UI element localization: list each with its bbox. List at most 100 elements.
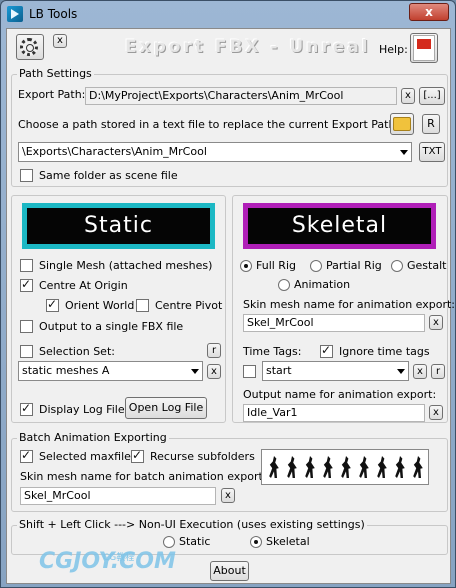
window-title: LB Tools (29, 7, 78, 21)
centre-pivot-label: Centre Pivot (155, 299, 223, 312)
full-rig-radio[interactable] (240, 260, 252, 272)
skin-mesh-label: Skin mesh name for animation export: (243, 298, 456, 311)
same-folder-checkbox[interactable] (20, 169, 33, 182)
choose-path-text: Choose a path stored in a text file to r… (18, 118, 406, 131)
help-pdf-button[interactable] (410, 33, 438, 63)
static-panel: Static Single Mesh (attached meshes) Cen… (11, 195, 226, 423)
single-fbx-label: Output to a single FBX file (39, 320, 184, 333)
centre-origin-checkbox[interactable] (20, 277, 33, 292)
animation-label: Animation (294, 278, 351, 291)
watermark-small-text: CG教程 (103, 553, 135, 563)
partial-rig-radio[interactable] (310, 260, 322, 272)
folder-icon (393, 117, 411, 131)
stored-path-value: \Exports\Characters\Anim_MrCool (22, 145, 207, 158)
partial-rig-label: Partial Rig (326, 259, 382, 272)
gear-icon (20, 38, 38, 56)
running-figure-icon (305, 456, 315, 478)
running-figure-icon (395, 456, 405, 478)
running-figure-icon (269, 456, 279, 478)
settings-button[interactable] (16, 34, 44, 60)
batch-export-title: Batch Animation Exporting (17, 431, 169, 444)
running-figure-icon (413, 456, 423, 478)
orient-world-label: Orient World (65, 299, 135, 312)
clear-export-path-button[interactable]: x (401, 88, 415, 104)
gestalt-label: Gestalt (407, 259, 447, 272)
selected-maxfiles-label: Selected maxfiles (39, 450, 137, 463)
window-close-button[interactable]: x (409, 3, 449, 21)
single-mesh-label: Single Mesh (attached meshes) (39, 259, 213, 272)
chevron-down-icon (397, 369, 405, 374)
batch-skin-mesh-label: Skin mesh name for batch animation expor… (20, 470, 267, 483)
batch-export-group: Batch Animation Exporting Selected maxfi… (11, 431, 448, 512)
selection-set-checkbox[interactable] (20, 345, 33, 358)
output-name-label: Output name for animation export: (243, 388, 437, 401)
selection-set-refresh-button[interactable]: r (207, 343, 221, 358)
batch-skin-mesh-field[interactable]: Skel_MrCool (20, 487, 216, 505)
time-tag-dropdown[interactable]: start (262, 361, 409, 381)
browse-button[interactable]: [...] (419, 87, 445, 105)
same-folder-label: Same folder as scene file (39, 169, 178, 182)
running-figure-icon (323, 456, 333, 478)
time-tag-checkbox[interactable] (243, 365, 256, 378)
time-tags-label: Time Tags: (243, 345, 302, 358)
open-log-button[interactable]: Open Log File (125, 397, 207, 419)
running-figure-icon (341, 456, 351, 478)
output-name-clear-button[interactable]: x (429, 405, 443, 420)
selection-set-label: Selection Set: (39, 345, 115, 358)
orient-world-checkbox[interactable] (46, 297, 59, 312)
single-mesh-checkbox[interactable] (20, 259, 33, 272)
stored-path-dropdown[interactable]: \Exports\Characters\Anim_MrCool (18, 142, 412, 162)
execution-static-label: Static (179, 535, 211, 548)
single-fbx-checkbox[interactable] (20, 320, 33, 333)
batch-skin-mesh-clear-button[interactable]: x (221, 488, 235, 503)
tool-window: LB Tools x x Export FBX - Unreal Help: P… (0, 0, 456, 588)
about-button[interactable]: About (210, 561, 249, 581)
pdf-icon (413, 35, 435, 61)
execution-skeletal-label: Skeletal (266, 535, 310, 548)
ignore-time-tags-checkbox[interactable] (320, 343, 333, 358)
skin-mesh-field[interactable]: Skel_MrCool (243, 314, 425, 332)
time-tag-clear-button[interactable]: x (413, 364, 427, 379)
reload-button[interactable]: R (422, 114, 440, 134)
time-tag-refresh-button[interactable]: r (431, 364, 445, 379)
chevron-down-icon (400, 150, 408, 155)
time-tag-value: start (266, 364, 292, 377)
non-ui-execution-title: Shift + Left Click ---> Non-UI Execution… (17, 518, 367, 531)
selected-maxfiles-checkbox[interactable] (20, 448, 33, 463)
execution-skeletal-radio[interactable] (250, 536, 262, 548)
selection-set-value: static meshes A (22, 364, 110, 377)
display-log-label: Display Log File (39, 403, 125, 416)
client-area: x Export FBX - Unreal Help: Path Setting… (6, 28, 455, 584)
running-figure-icon (287, 456, 297, 478)
selection-set-clear-button[interactable]: x (207, 364, 221, 379)
skeletal-panel: Skeletal Full Rig Partial Rig Gestalt An… (232, 195, 455, 423)
batch-export-button[interactable] (261, 449, 429, 485)
app-logo-icon (7, 6, 23, 22)
running-figure-icon (377, 456, 387, 478)
skin-mesh-clear-button[interactable]: x (429, 315, 443, 330)
execution-static-radio[interactable] (163, 536, 175, 548)
gestalt-radio[interactable] (391, 260, 403, 272)
txt-button[interactable]: TXT (419, 142, 445, 162)
selection-set-dropdown[interactable]: static meshes A (18, 361, 203, 381)
recurse-subfolders-label: Recurse subfolders (150, 450, 255, 463)
path-settings-title: Path Settings (17, 67, 94, 80)
export-path-field[interactable]: D:\MyProject\Exports\Characters\Anim_MrC… (85, 87, 397, 105)
full-rig-label: Full Rig (256, 259, 296, 272)
settings-close-button[interactable]: x (53, 34, 67, 48)
centre-origin-label: Centre At Origin (39, 279, 128, 292)
export-path-label: Export Path: (18, 88, 86, 101)
static-banner: Static (22, 203, 215, 249)
animation-radio[interactable] (278, 279, 290, 291)
help-label: Help: (379, 43, 408, 56)
load-path-file-button[interactable] (390, 113, 414, 135)
ignore-time-tags-label: Ignore time tags (339, 345, 430, 358)
page-title: Export FBX - Unreal (125, 37, 371, 57)
output-name-field[interactable]: Idle_Var1 (243, 404, 425, 422)
display-log-checkbox[interactable] (20, 401, 33, 416)
chevron-down-icon (191, 369, 199, 374)
centre-pivot-checkbox[interactable] (136, 299, 149, 312)
skeletal-banner: Skeletal (243, 203, 436, 249)
title-bar: LB Tools x (1, 1, 455, 27)
recurse-subfolders-checkbox[interactable] (131, 448, 144, 463)
